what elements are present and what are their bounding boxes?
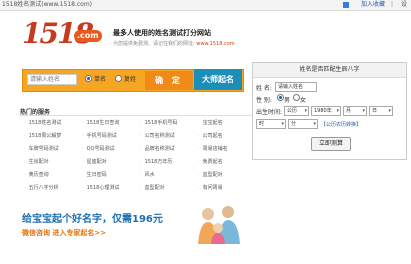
subline-text: 为您提供免费测、请记住我们的网址: xyxy=(113,41,195,47)
bullet-icon: · xyxy=(198,146,200,152)
service-link[interactable]: · 星座配对 xyxy=(82,158,107,165)
expert-naming-banner[interactable]: 给宝宝起个好名字，仅需196元 微信咨询 进入专家起名>> xyxy=(22,204,252,244)
bullet-icon: · xyxy=(24,159,26,165)
service-link[interactable]: · 生肖配对 xyxy=(24,158,49,165)
gender-male-radio[interactable] xyxy=(277,94,284,101)
bullet-icon: · xyxy=(198,133,200,139)
bullet-icon: · xyxy=(140,133,142,139)
site-subline: 为您提供免费测、请记住我们的网址: www.1518.com xyxy=(113,40,235,47)
bullet-icon: · xyxy=(140,120,142,126)
bazi-match-panel: 姓名是否匹配生辰八字 姓 名: 请输入姓名 性 别: 男 女 出生时间: 公历 … xyxy=(252,62,407,160)
panel-name-input[interactable]: 请输入姓名 xyxy=(275,82,317,92)
bullet-icon: · xyxy=(82,120,84,126)
month-select[interactable]: 月 xyxy=(343,106,367,116)
master-naming-button[interactable]: 大师起名 xyxy=(194,69,242,90)
service-link[interactable]: · 五行八字分析 xyxy=(24,184,59,191)
service-link[interactable]: · 宝宝起名 xyxy=(198,119,223,126)
confirm-button[interactable]: 确 定 xyxy=(145,71,193,90)
bullet-icon: · xyxy=(82,185,84,191)
bullet-icon: · xyxy=(82,146,84,152)
lunar-convert-link[interactable]: 【公历农历转换】 xyxy=(321,121,361,128)
name-label: 姓 名: xyxy=(256,85,272,92)
bullet-icon: · xyxy=(140,185,142,191)
panel-title: 姓名是否匹配生辰八字 xyxy=(253,63,406,78)
hour-select[interactable]: 时 xyxy=(256,119,286,129)
service-link[interactable]: · 1518生日查询 xyxy=(82,119,119,126)
bullet-icon: · xyxy=(24,185,26,191)
bullet-icon: · xyxy=(24,146,26,152)
logo-suffix: .com xyxy=(74,30,102,42)
service-link[interactable]: · 手机号码测试 xyxy=(82,132,117,139)
service-link[interactable]: · 风水 xyxy=(140,171,155,178)
service-link[interactable]: · 血型配对 xyxy=(140,184,165,191)
site-url[interactable]: www.1518.com xyxy=(196,41,234,47)
year-select[interactable]: 1980年 xyxy=(311,106,341,116)
calendar-select[interactable]: 公历 xyxy=(284,106,309,116)
service-link[interactable]: · QQ号码测试 xyxy=(82,145,114,152)
service-link[interactable]: · 公司名称测试 xyxy=(140,132,175,139)
favorite-icon[interactable] xyxy=(343,2,349,8)
service-link[interactable]: · 血型配对 xyxy=(198,171,223,178)
add-favorite-link[interactable]: 加入收藏 xyxy=(361,0,385,10)
day-select[interactable]: 日 xyxy=(369,106,393,116)
banner-subline[interactable]: 微信咨询 进入专家起名>> xyxy=(22,228,106,238)
bullet-icon: · xyxy=(198,159,200,165)
bullet-icon: · xyxy=(82,172,84,178)
bullet-icon: · xyxy=(198,185,200,191)
single-name-label: 单名 xyxy=(94,76,107,83)
bullet-icon: · xyxy=(24,172,26,178)
double-surname-radio[interactable] xyxy=(115,75,122,82)
service-link[interactable]: · 1518心理测试 xyxy=(82,184,119,191)
site-tagline: 最多人使用的姓名测试打分网站 xyxy=(113,29,211,37)
service-link[interactable]: · 1518手机号码 xyxy=(140,119,177,126)
service-link[interactable]: · 周易店铺名 xyxy=(198,145,228,152)
service-link[interactable]: · 生日密码 xyxy=(82,171,107,178)
gender-female-label: 女 xyxy=(300,97,307,104)
calculate-button[interactable]: 立即测算 xyxy=(311,137,351,151)
bullet-icon: · xyxy=(198,120,200,126)
service-link[interactable]: · 1518姓名测试 xyxy=(24,119,61,126)
service-link[interactable]: · 品牌名称测试 xyxy=(140,145,175,152)
bullet-icon: · xyxy=(24,120,26,126)
service-link[interactable]: · 车牌号码测试 xyxy=(24,145,59,152)
bullet-icon: · xyxy=(198,172,200,178)
topbar-separator: | xyxy=(390,1,393,8)
family-photo-icon xyxy=(198,206,240,244)
double-surname-label: 复姓 xyxy=(124,76,137,83)
service-link[interactable]: · 黄历查询 xyxy=(24,171,49,178)
single-name-radio[interactable] xyxy=(85,75,92,82)
bullet-icon: · xyxy=(140,172,142,178)
settings-link[interactable]: 设 xyxy=(401,0,407,10)
site-title: 1518姓名测试(www.1518.com) xyxy=(2,1,93,8)
name-search-input[interactable] xyxy=(27,74,77,85)
bullet-icon: · xyxy=(140,159,142,165)
gender-female-radio[interactable] xyxy=(293,94,300,101)
service-link[interactable]: · 1518万年历 xyxy=(140,158,172,165)
service-link[interactable]: · 免费起名 xyxy=(198,158,223,165)
service-link[interactable]: · 公司起名 xyxy=(198,132,223,139)
browser-topbar: 1518姓名测试(www.1518.com) 加入收藏 | 设 xyxy=(0,0,411,11)
birth-time-label: 出生时间: xyxy=(256,109,283,116)
bullet-icon: · xyxy=(82,159,84,165)
bullet-icon: · xyxy=(24,133,26,139)
bullet-icon: · xyxy=(140,146,142,152)
bullet-icon: · xyxy=(82,133,84,139)
gender-male-label: 男 xyxy=(284,97,291,104)
site-logo[interactable]: 1518 .com xyxy=(22,18,102,50)
services-divider xyxy=(20,115,252,116)
service-link[interactable]: · 1518周公解梦 xyxy=(24,132,61,139)
minute-select[interactable]: 分 xyxy=(288,119,318,129)
gender-label: 性 别: xyxy=(256,97,272,104)
service-link[interactable]: · 有问周易 xyxy=(198,184,223,191)
banner-headline: 给宝宝起个好名字，仅需196元 xyxy=(22,214,163,225)
